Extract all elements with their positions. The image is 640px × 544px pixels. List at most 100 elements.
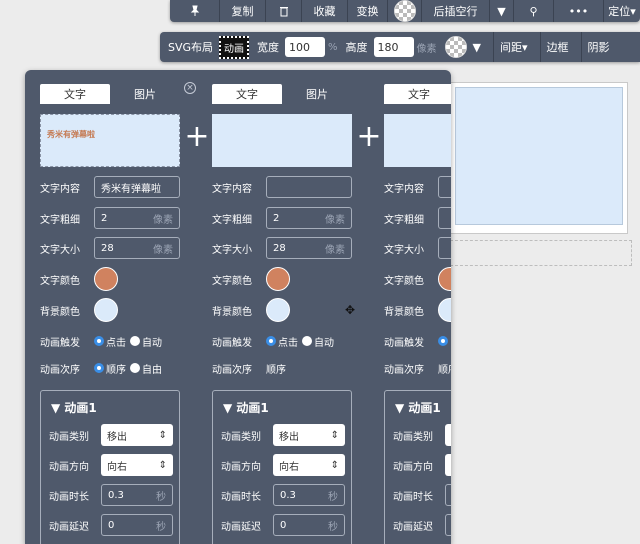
add-frame-button[interactable]: + [182,122,212,156]
text-content-row: 文字内容 [384,176,451,198]
anim-dur-value: 0.3 [280,489,296,501]
tab-text[interactable]: 文字 [40,84,110,104]
trigger-click-radio[interactable]: 点击 [94,334,126,349]
text-color-swatch[interactable] [266,267,290,291]
checker-icon[interactable] [388,0,422,22]
updown-icon: ⇕ [330,429,339,441]
trigger-auto-radio[interactable]: 自动 [302,334,334,349]
animation-button[interactable]: 动画 [219,35,250,59]
text-size-input[interactable]: 28 像素 [94,237,180,259]
move-cursor-icon: ✥ [345,303,356,317]
animation-block: ▼ 动画1 动画类别 移出 ⇕ 动画方向 向右 ⇕ 动画时长 0.3 秒 动画延迟 0… [40,390,180,544]
anim-type-row: 动画类别 移出 ⇕ [49,424,173,446]
anim-trigger-row: 动画触发 点击 自动 [212,330,338,352]
text-size-row: 文字大小 28 像素 [40,237,180,259]
width-input[interactable]: 100 [285,37,326,57]
canvas-svg-area[interactable] [455,87,623,225]
anim-dur-value: 0.3 [108,489,124,501]
frame-preview[interactable] [384,114,451,167]
anim-type-row: 动画类别 [393,424,451,446]
animation-header[interactable]: ▼ 动画1 [51,399,97,416]
text-content-row: 文字内容 秀米有弹幕啦 [40,176,180,198]
link-icon[interactable]: ⚲ [514,0,554,22]
anim-delay-input[interactable]: 0秒 [273,514,345,536]
canvas-placeholder[interactable] [450,240,632,266]
copy-button[interactable]: 复制 [220,0,266,22]
anim-type-select[interactable] [445,424,451,446]
anim-trigger-label: 动画触发 [212,337,252,349]
radio-on-icon [94,336,104,346]
bg-color-swatch[interactable] [266,298,290,322]
trash-icon[interactable] [266,0,302,22]
text-weight-input[interactable]: 2 像素 [94,207,180,229]
text-content-input[interactable] [438,176,451,198]
unit-label: 秒 [328,491,338,503]
anim-delay-input[interactable] [445,514,451,536]
order-free-radio[interactable]: 自由 [130,361,162,376]
caret-down-icon[interactable]: ▼ [490,0,514,22]
text-size-label: 文字大小 [40,244,80,256]
animation-header[interactable]: ▼ 动画1 [223,399,269,416]
anim-type-select[interactable]: 移出 ⇕ [101,424,173,446]
bg-color-swatch[interactable] [94,298,118,322]
anim-trigger-label: 动画触发 [384,337,424,349]
anim-type-label: 动画类别 [393,431,433,443]
tab-text[interactable]: 文字 [212,84,282,104]
anim-type-value: 移出 [107,431,127,443]
tab-image[interactable]: 图片 [110,84,180,104]
anim-dir-select[interactable]: 向右 ⇕ [273,454,345,476]
anim-order-value: 顺序 [266,364,286,376]
bg-color-row: 背景颜色 [212,298,290,322]
text-weight-label: 文字粗细 [384,214,424,226]
favorite-button[interactable]: 收藏 [302,0,348,22]
order-sequential-radio[interactable]: 顺序 [94,361,126,376]
checker-icon[interactable] [444,36,467,58]
text-weight-input[interactable]: 2 像素 [266,207,352,229]
text-color-swatch[interactable] [94,267,118,291]
spacing-button[interactable]: 间距▾ [500,39,528,55]
tab-image[interactable]: 图片 [282,84,352,104]
bg-color-swatch[interactable] [438,298,451,322]
frame-preview[interactable] [212,114,352,167]
text-weight-value: 2 [273,212,280,224]
shadow-button[interactable]: 阴影 [588,39,610,55]
text-color-swatch[interactable] [438,267,451,291]
anim-dur-input[interactable]: 0.3 秒 [101,484,173,506]
anim-dir-value: 向右 [107,461,127,473]
position-label: 定位 [608,5,631,18]
anim-dir-label: 动画方向 [221,461,261,473]
trigger-click-radio[interactable]: 点击 [266,334,298,349]
anim-dir-select[interactable]: 向右 ⇕ [101,454,173,476]
border-button[interactable]: 边框 [547,39,569,55]
anim-type-select[interactable]: 移出 ⇕ [273,424,345,446]
anim-delay-input[interactable]: 0秒 [101,514,173,536]
text-content-input[interactable]: 秀米有弹幕啦 [94,176,180,198]
close-icon[interactable]: × [184,82,196,94]
text-size-input[interactable]: 28 像素 [266,237,352,259]
anim-dur-row: 动画时长 0.3 秒 [49,484,173,506]
position-button[interactable]: 定位 ▾ [604,0,640,22]
trigger-auto-label: 自动 [142,337,162,349]
anim-dur-input[interactable]: 0.3 秒 [273,484,345,506]
animation-header[interactable]: ▼ 动画1 [395,399,441,416]
insert-row-after-button[interactable]: 后插空行 [422,0,490,22]
caret-down-icon[interactable]: ▼ [473,41,481,54]
trigger-click-label: 点击 [278,337,298,349]
text-content-input[interactable] [266,176,352,198]
text-size-label: 文字大小 [384,244,424,256]
text-weight-input[interactable] [438,207,451,229]
tab-text[interactable]: 文字 [384,84,451,104]
frame-preview[interactable]: 秀米有弹幕啦 [40,114,180,167]
height-input[interactable]: 180 [373,37,414,57]
add-frame-button[interactable]: + [354,122,384,156]
trigger-click-radio[interactable] [438,336,450,346]
transform-button[interactable]: 变换 [348,0,388,22]
text-size-input[interactable] [438,237,451,259]
text-color-label: 文字颜色 [40,275,80,287]
anim-dir-select[interactable] [445,454,451,476]
anim-dur-input[interactable] [445,484,451,506]
more-button[interactable]: ••• [554,0,604,22]
pin-icon[interactable] [170,0,220,22]
trigger-auto-radio[interactable]: 自动 [130,334,162,349]
text-content-row: 文字内容 [212,176,352,198]
